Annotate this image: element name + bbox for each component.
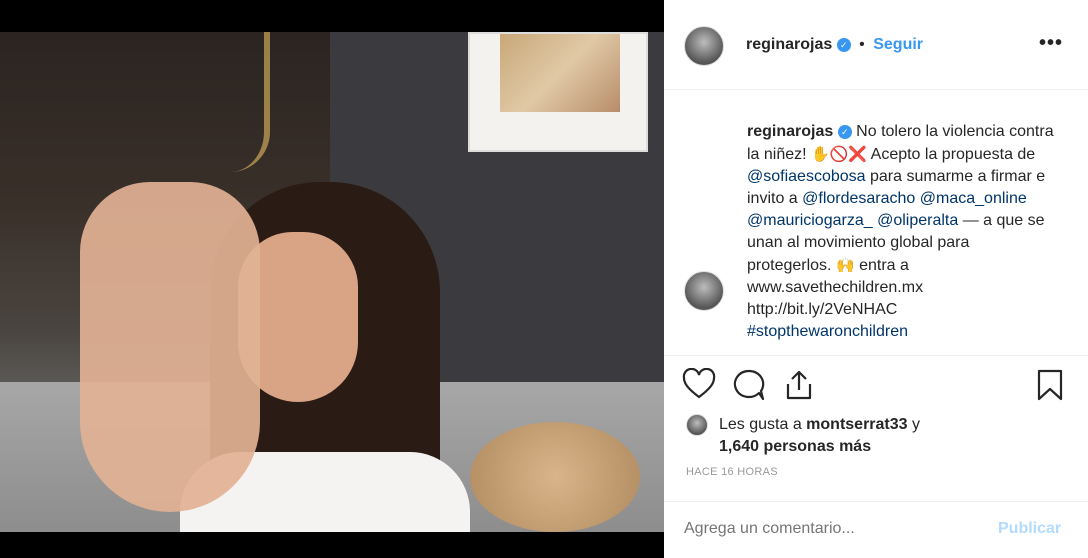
mention-link[interactable]: @flordesaracho xyxy=(802,190,915,207)
liker-avatar[interactable] xyxy=(686,414,708,436)
post-timestamp[interactable]: HACE 16 HORAS xyxy=(686,466,778,478)
caption-avatar[interactable] xyxy=(684,271,724,311)
post-sidebar: reginarojas ✓ • Seguir ••• reginarojas ✓… xyxy=(664,0,1088,558)
caption-username[interactable]: reginarojas xyxy=(747,123,833,140)
mention-link[interactable]: @maca_online xyxy=(920,190,1027,207)
publish-button[interactable]: Publicar xyxy=(998,520,1061,538)
more-options-icon[interactable]: ••• xyxy=(1039,32,1063,55)
follow-button[interactable]: Seguir xyxy=(873,36,923,53)
header-separator: • xyxy=(859,36,865,53)
mention-link[interactable]: @mauriciogarza_ xyxy=(747,212,873,229)
likes-count[interactable]: 1,640 personas más xyxy=(719,438,871,455)
caption-emoji: 🙌 xyxy=(835,256,855,274)
comment-bar: Publicar xyxy=(664,501,1088,558)
heart-icon[interactable] xyxy=(682,368,716,402)
header-row: reginarojas ✓ • Seguir xyxy=(746,36,923,54)
photo-pillow xyxy=(470,422,640,532)
likes-text: Les gusta a montserrat33 y 1,640 persona… xyxy=(719,414,1019,458)
caption-part: Acepto la propuesta de xyxy=(867,146,1036,163)
comments-area: reginarojas ✓ No tolero la violencia con… xyxy=(664,91,1088,355)
post-photo[interactable] xyxy=(0,32,664,532)
mention-link[interactable]: @sofiaescobosa xyxy=(747,168,866,185)
liker-username[interactable]: montserrat33 xyxy=(806,416,907,433)
photo-raised-hand xyxy=(80,182,260,512)
photo-frame-art xyxy=(500,34,620,112)
photo-lamp xyxy=(210,32,270,172)
comment-icon[interactable] xyxy=(732,368,766,402)
author-username[interactable]: reginarojas xyxy=(746,36,832,53)
likes-middle: y xyxy=(907,416,920,433)
post-photo-pane xyxy=(0,0,664,558)
caption-text: reginarojas ✓ No tolero la violencia con… xyxy=(747,121,1057,343)
caption-emoji: ✋🚫❌ xyxy=(811,145,868,163)
comment-input[interactable] xyxy=(684,520,984,538)
verified-badge-icon: ✓ xyxy=(837,125,852,139)
post-header: reginarojas ✓ • Seguir ••• xyxy=(664,0,1088,90)
share-icon[interactable] xyxy=(782,368,816,402)
mention-link[interactable]: @oliperalta xyxy=(877,212,958,229)
photo-wall-frame xyxy=(468,32,648,152)
bookmark-icon[interactable] xyxy=(1033,368,1067,402)
verified-badge-icon: ✓ xyxy=(836,38,851,52)
author-avatar[interactable] xyxy=(684,26,724,66)
hashtag-link[interactable]: #stopthewaronchildren xyxy=(747,323,908,340)
actions-section: Les gusta a montserrat33 y 1,640 persona… xyxy=(664,355,1088,555)
likes-prefix: Les gusta a xyxy=(719,416,807,433)
